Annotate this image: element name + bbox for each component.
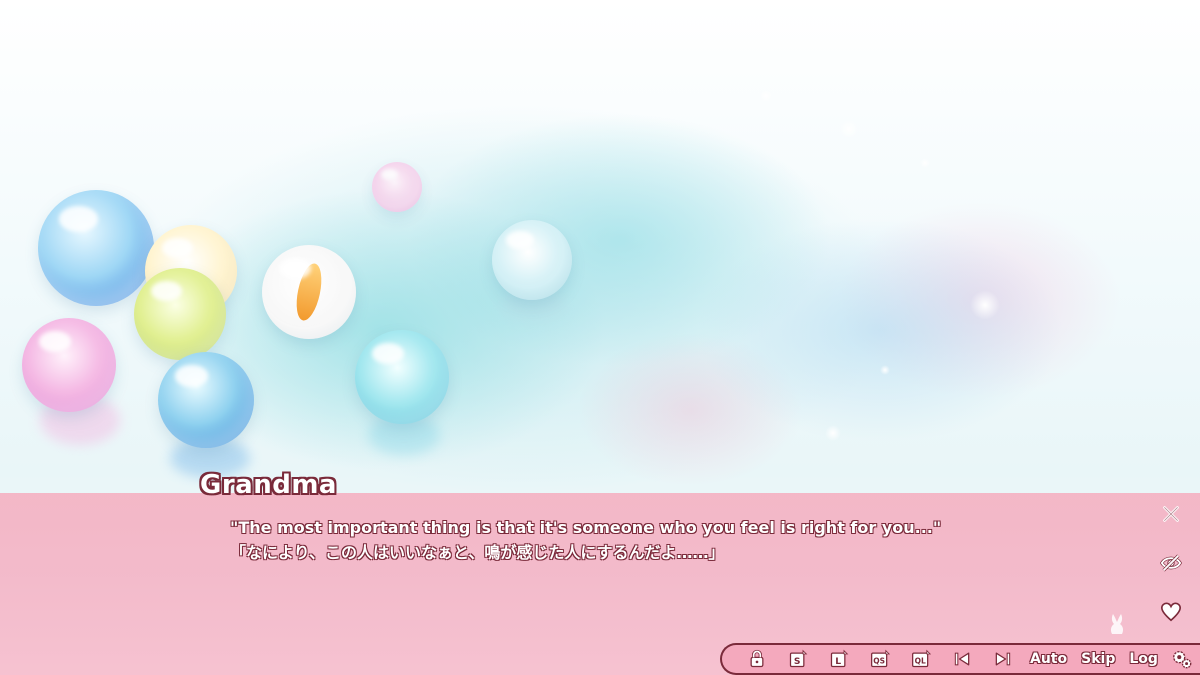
next-button[interactable] <box>982 645 1023 673</box>
close-icon <box>1163 506 1179 522</box>
previous-button[interactable] <box>941 645 982 673</box>
lime-marble <box>134 268 226 360</box>
log-button[interactable]: Log <box>1122 645 1165 673</box>
lock-button[interactable] <box>736 645 777 673</box>
next-icon <box>995 652 1010 666</box>
orange-swirl-marble <box>262 245 356 339</box>
dialogue-line-english: "The most important thing is that it's s… <box>230 518 942 537</box>
previous-icon <box>954 652 969 666</box>
load-button[interactable]: L <box>818 645 859 673</box>
save-icon: S <box>789 649 807 668</box>
lock-icon <box>750 649 763 668</box>
gear-icon <box>1172 650 1192 669</box>
load-icon: L <box>830 649 848 668</box>
svg-text:S: S <box>793 656 800 667</box>
save-button[interactable]: S <box>777 645 818 673</box>
blue-marble <box>158 352 254 448</box>
quick-save-icon: QS <box>870 649 890 668</box>
quick-menu-bar: S L QS QL Auto Skip Log <box>720 643 1200 675</box>
hide-textbox-button[interactable] <box>1156 499 1186 529</box>
auto-button[interactable]: Auto <box>1023 645 1074 673</box>
quick-save-button[interactable]: QS <box>859 645 900 673</box>
eye-off-icon <box>1160 554 1182 572</box>
speaker-name: Grandma <box>200 470 337 500</box>
heart-icon <box>1161 602 1181 622</box>
svg-text:QS: QS <box>873 657 885 666</box>
skip-button[interactable]: Skip <box>1074 645 1122 673</box>
aqua-marble <box>492 220 572 300</box>
rabbit-icon <box>1110 614 1124 634</box>
quick-load-button[interactable]: QL <box>900 645 941 673</box>
cyan-marble <box>355 330 449 424</box>
favorite-button[interactable] <box>1156 597 1186 627</box>
dialogue-line-japanese: 「なにより、この人はいいなぁと、鳴が感じた人にするんだよ……」 <box>230 543 725 562</box>
blue-marble-large <box>38 190 154 306</box>
dialogue-text: "The most important thing is that it's s… <box>230 515 942 565</box>
svg-text:QL: QL <box>914 657 925 666</box>
pink-marble <box>22 318 116 412</box>
quick-load-icon: QL <box>911 649 931 668</box>
toggle-ui-button[interactable] <box>1156 548 1186 578</box>
settings-button[interactable] <box>1165 645 1199 673</box>
svg-text:L: L <box>835 656 841 667</box>
pink-marble-small <box>372 162 422 212</box>
